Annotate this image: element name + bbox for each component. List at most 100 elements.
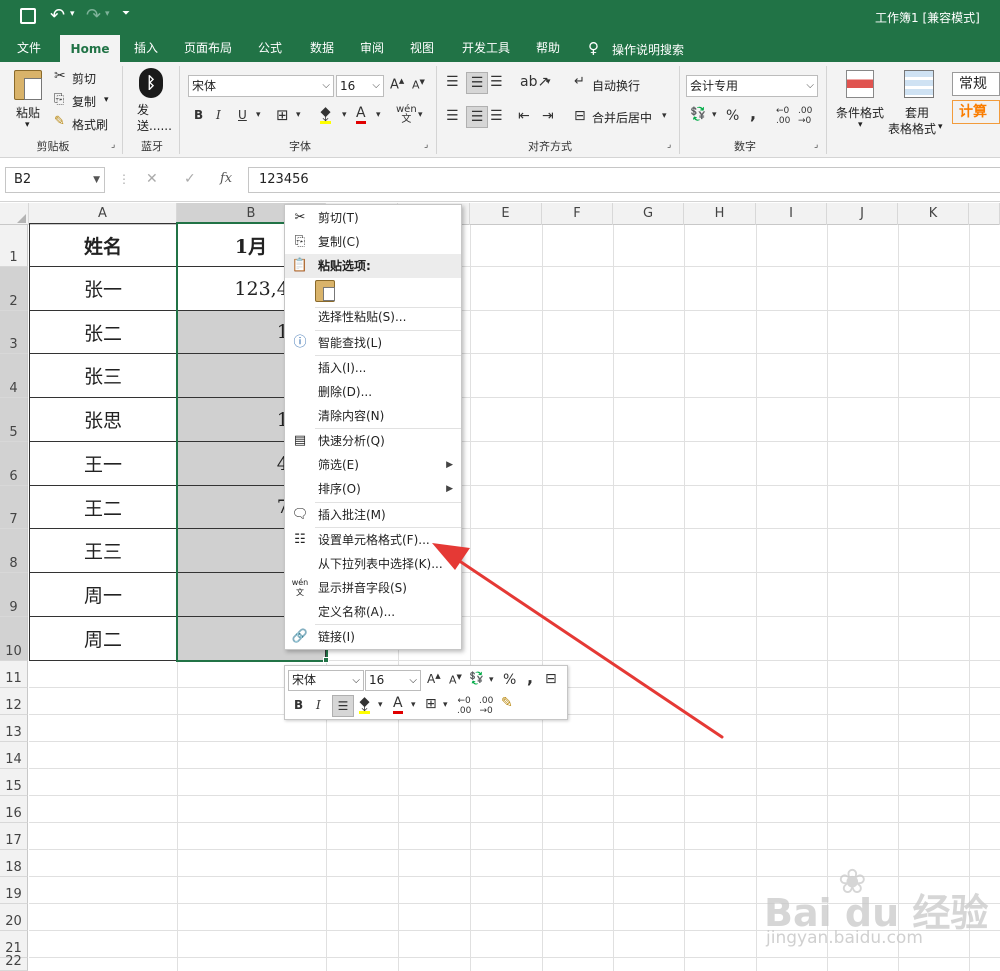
- decrease-decimal-icon[interactable]: .00 →0: [798, 106, 812, 126]
- underline-dropdown-icon[interactable]: ▾: [256, 110, 261, 120]
- column-header[interactable]: J: [827, 203, 898, 225]
- row-header[interactable]: 18: [0, 850, 28, 877]
- chevron-down-icon[interactable]: ▼: [93, 168, 100, 192]
- tab-developer[interactable]: 开发工具: [454, 34, 518, 62]
- menu-item-sort[interactable]: 排序(O) ▶: [285, 477, 461, 501]
- format-painter-button[interactable]: 格式刷: [72, 116, 108, 133]
- mini-font-name-select[interactable]: 宋体 ⌵: [288, 670, 364, 691]
- table-cell-name[interactable]: 张二: [29, 311, 177, 354]
- row-header[interactable]: 1: [0, 225, 28, 267]
- menu-item-quick-analysis[interactable]: ▤ 快速分析(Q): [285, 429, 461, 453]
- font-color-icon[interactable]: A: [356, 105, 366, 124]
- name-box[interactable]: B2 ▼: [5, 167, 105, 193]
- bluetooth-send-button[interactable]: 发送......: [137, 102, 172, 134]
- decrease-font-icon[interactable]: A▼: [412, 78, 425, 92]
- row-header[interactable]: 19: [0, 877, 28, 904]
- increase-font-icon[interactable]: A▲: [390, 77, 404, 92]
- menu-item-clear-contents[interactable]: 清除内容(N): [285, 404, 461, 428]
- accounting-format-icon[interactable]: 💱: [690, 107, 706, 122]
- column-header[interactable]: H: [684, 203, 756, 225]
- paste-button[interactable]: 粘贴: [16, 104, 40, 121]
- table-cell-name[interactable]: 王二: [29, 486, 177, 529]
- format-as-table-icon[interactable]: [904, 70, 934, 98]
- increase-font-icon[interactable]: A▲: [427, 672, 441, 686]
- mini-font-size-select[interactable]: 16 ⌵: [365, 670, 421, 691]
- decrease-font-icon[interactable]: A▼: [449, 673, 462, 687]
- increase-indent-icon[interactable]: ⇥: [542, 108, 554, 124]
- fill-color-dropdown-icon[interactable]: ▾: [378, 700, 383, 710]
- align-right-icon[interactable]: ☰: [490, 108, 503, 124]
- style-calculation[interactable]: 计算: [952, 100, 1000, 124]
- borders-icon[interactable]: ⊞: [425, 696, 437, 712]
- row-header[interactable]: 8: [0, 529, 28, 573]
- column-header[interactable]: G: [613, 203, 684, 225]
- orientation-icon[interactable]: ab↗: [520, 74, 549, 90]
- save-icon[interactable]: [20, 8, 36, 24]
- cut-icon[interactable]: ✂: [54, 68, 66, 84]
- percent-icon[interactable]: %: [503, 672, 516, 688]
- font-name-select[interactable]: 宋体 ⌵: [188, 75, 334, 97]
- fill-color-dropdown-icon[interactable]: ▾: [342, 110, 347, 120]
- row-header[interactable]: 7: [0, 486, 28, 529]
- column-header[interactable]: A: [29, 203, 177, 225]
- table-cell-name[interactable]: 张一: [29, 267, 177, 311]
- italic-icon[interactable]: I: [216, 108, 221, 122]
- insert-function-icon[interactable]: fx: [220, 171, 232, 186]
- fill-color-icon[interactable]: ⧪: [359, 695, 371, 714]
- number-format-select[interactable]: 会计专用 ⌵: [686, 75, 818, 97]
- italic-icon[interactable]: I: [316, 698, 321, 712]
- comma-style-icon[interactable]: ,: [527, 668, 533, 687]
- phonetic-dropdown-icon[interactable]: ▾: [418, 110, 423, 120]
- increase-decimal-icon[interactable]: ←0.00: [776, 106, 790, 126]
- fill-color-icon[interactable]: ⧪: [320, 105, 332, 124]
- row-header[interactable]: 2: [0, 267, 28, 311]
- tab-formulas[interactable]: 公式: [250, 34, 290, 62]
- align-bottom-icon[interactable]: ☰: [490, 74, 503, 90]
- row-header[interactable]: 12: [0, 688, 28, 715]
- copy-button[interactable]: 复制: [72, 93, 96, 110]
- align-center-icon[interactable]: ☰: [466, 106, 488, 128]
- menu-item-phonetic[interactable]: wén 文显示拼音字段(S): [285, 576, 461, 600]
- undo-dropdown-icon[interactable]: ▾: [70, 9, 75, 19]
- tab-page-layout[interactable]: 页面布局: [176, 34, 240, 62]
- row-header[interactable]: 16: [0, 796, 28, 823]
- merge-center-button[interactable]: 合并后居中: [592, 109, 652, 126]
- menu-item-insert[interactable]: 插入(I)...: [285, 356, 461, 380]
- bluetooth-icon[interactable]: ᛒ: [139, 68, 163, 98]
- merge-dropdown-icon[interactable]: ▾: [662, 111, 667, 121]
- tab-data[interactable]: 数据: [302, 34, 342, 62]
- tab-home[interactable]: Home: [60, 35, 120, 62]
- select-all-corner[interactable]: [0, 203, 29, 225]
- column-header[interactable]: [969, 203, 1000, 225]
- align-center-icon[interactable]: ☰: [332, 695, 354, 717]
- column-header[interactable]: K: [898, 203, 969, 225]
- table-cell-name[interactable]: 周一: [29, 573, 177, 617]
- borders-dropdown-icon[interactable]: ▾: [296, 110, 301, 120]
- paste-dropdown-icon[interactable]: ▾: [25, 120, 30, 130]
- column-header[interactable]: E: [470, 203, 542, 225]
- table-cell-name[interactable]: 张思: [29, 398, 177, 442]
- wrap-text-button[interactable]: 自动换行: [592, 77, 640, 94]
- tab-file[interactable]: 文件: [8, 34, 50, 62]
- underline-icon[interactable]: U: [238, 108, 247, 122]
- row-header[interactable]: 9: [0, 573, 28, 617]
- menu-item-copy[interactable]: ⎘ 复制(C): [285, 230, 461, 254]
- menu-item-filter[interactable]: 筛选(E) ▶: [285, 453, 461, 477]
- orientation-dropdown-icon[interactable]: ▾: [546, 77, 551, 87]
- decrease-decimal-icon[interactable]: .00 →0: [479, 696, 493, 716]
- font-size-select[interactable]: 16 ⌵: [336, 75, 384, 97]
- table-cell-name[interactable]: 张三: [29, 354, 177, 398]
- accounting-dropdown-icon[interactable]: ▾: [712, 110, 717, 120]
- accounting-dropdown-icon[interactable]: ▾: [489, 675, 494, 685]
- font-color-dropdown-icon[interactable]: ▾: [411, 700, 416, 710]
- row-header[interactable]: 4: [0, 354, 28, 398]
- row-header[interactable]: 5: [0, 398, 28, 442]
- enter-icon[interactable]: ✓: [184, 171, 196, 187]
- bold-icon[interactable]: B: [294, 698, 303, 712]
- formula-input[interactable]: 123456: [248, 167, 1000, 193]
- row-header[interactable]: 15: [0, 769, 28, 796]
- menu-item-cut[interactable]: ✂ 剪切(T): [285, 206, 461, 230]
- table-cell-name[interactable]: 王三: [29, 529, 177, 573]
- format-cells-icon[interactable]: ⊟: [545, 671, 557, 687]
- conditional-format-button[interactable]: 条件格式: [836, 104, 884, 121]
